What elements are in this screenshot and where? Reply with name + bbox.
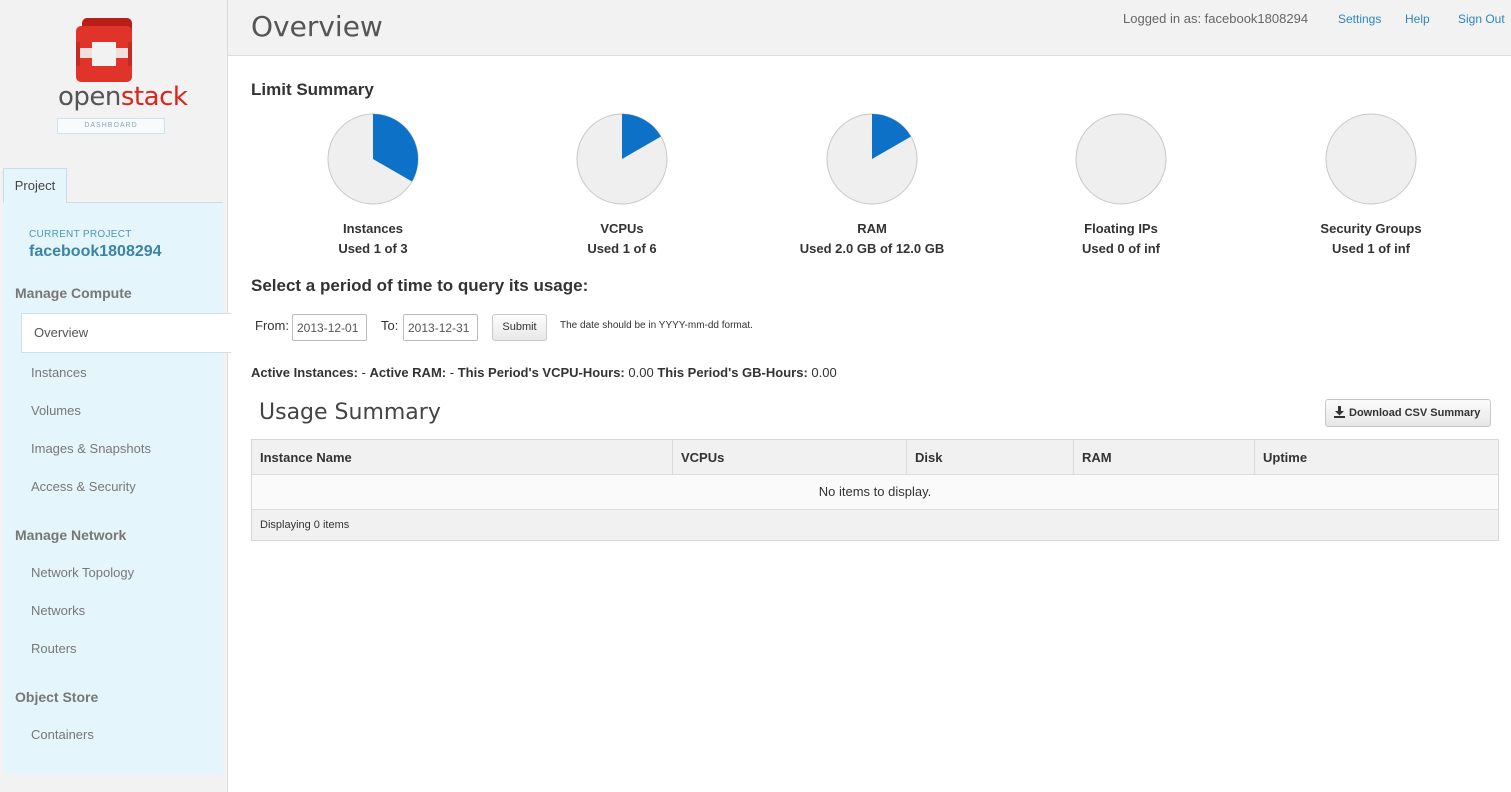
instances-pie <box>327 113 419 205</box>
usage-table: Instance Name VCPUs Disk RAM Uptime No i… <box>251 439 1499 541</box>
limit-name: VCPUs <box>600 221 644 236</box>
section-manage-network: Manage Network <box>15 527 127 543</box>
column-header[interactable]: VCPUs <box>673 440 907 474</box>
security-groups-pie <box>1325 113 1417 205</box>
limit-instances: Instances Used 1 of 3 <box>283 112 463 256</box>
limit-security-groups: Security Groups Used 1 of inf <box>1281 112 1461 256</box>
ram-pie <box>826 113 918 205</box>
sidebar-item-overview[interactable]: Overview <box>21 313 231 353</box>
page: openstack DASHBOARD Project CURRENT PROJ… <box>0 0 1511 792</box>
column-header[interactable]: Uptime <box>1255 440 1498 474</box>
logged-in-text: Logged in as: facebook1808294 <box>1123 11 1309 26</box>
sign-out-link[interactable]: Sign Out <box>1458 12 1505 26</box>
column-header[interactable]: RAM <box>1074 440 1255 474</box>
limit-name: Instances <box>343 221 403 236</box>
sidebar-item-network-topology[interactable]: Network Topology <box>31 565 134 580</box>
vcpus-pie <box>576 113 668 205</box>
limit-floating-ips: Floating IPs Used 0 of inf <box>1031 112 1211 256</box>
limit-used: Used 1 of inf <box>1331 241 1410 256</box>
section-manage-compute: Manage Compute <box>15 285 132 301</box>
help-link[interactable]: Help <box>1405 12 1430 26</box>
column-header[interactable]: Instance Name <box>252 440 673 474</box>
limit-used: Used 0 of inf <box>1081 241 1160 256</box>
nav-panel: CURRENT PROJECT facebook1808294 Manage C… <box>3 202 231 774</box>
sidebar-item-images-snapshots[interactable]: Images & Snapshots <box>31 441 151 456</box>
limit-name: RAM <box>857 221 887 236</box>
to-label: To: <box>381 318 399 333</box>
usage-summary-heading: Usage Summary <box>259 400 441 425</box>
stat-value: 0.00 <box>628 365 654 380</box>
empty-table-message: No items to display. <box>252 475 1498 510</box>
usage-stats: Active Instances: - Active RAM: - This P… <box>251 365 837 380</box>
limit-used: Used 2.0 GB of 12.0 GB <box>799 241 945 256</box>
stat-value: - <box>449 365 455 380</box>
limit-used: Used 1 of 3 <box>338 241 408 256</box>
limit-used: Used 1 of 6 <box>587 241 657 256</box>
download-csv-button[interactable]: Download CSV Summary <box>1325 399 1491 427</box>
sidebar: openstack DASHBOARD Project CURRENT PROJ… <box>0 0 231 792</box>
stat-value: 0.00 <box>811 365 837 380</box>
to-date-input[interactable] <box>403 314 478 341</box>
limit-ram: RAM Used 2.0 GB of 12.0 GB <box>782 112 962 256</box>
column-header[interactable]: Disk <box>907 440 1074 474</box>
download-csv-label: Download CSV Summary <box>1349 407 1481 419</box>
header: Overview Logged in as: facebook1808294 S… <box>228 0 1511 56</box>
limit-name: Floating IPs <box>1084 221 1158 236</box>
settings-link[interactable]: Settings <box>1338 12 1381 26</box>
date-format-hint: The date should be in YYYY-mm-dd format. <box>560 320 753 331</box>
sidebar-item-routers[interactable]: Routers <box>31 641 77 656</box>
table-header-row: Instance Name VCPUs Disk RAM Uptime <box>252 440 1498 475</box>
limit-name: Security Groups <box>1320 221 1422 236</box>
download-icon <box>1334 406 1345 418</box>
current-project-label: CURRENT PROJECT <box>29 229 132 240</box>
from-date-input[interactable] <box>292 314 367 341</box>
period-heading: Select a period of time to query its usa… <box>251 276 589 295</box>
stat-label: Active Instances: <box>251 365 358 380</box>
sidebar-item-containers[interactable]: Containers <box>31 727 94 742</box>
limit-vcpus: VCPUs Used 1 of 6 <box>532 112 712 256</box>
sidebar-item-access-security[interactable]: Access & Security <box>31 479 136 494</box>
sidebar-item-networks[interactable]: Networks <box>31 603 85 618</box>
submit-button[interactable]: Submit <box>492 314 547 341</box>
pie-background <box>1075 113 1167 205</box>
brand-wordmark: openstack <box>58 82 188 112</box>
stat-value: - <box>361 365 366 380</box>
table-footer: Displaying 0 items <box>252 510 1498 540</box>
page-title: Overview <box>251 10 383 43</box>
sidebar-item-volumes[interactable]: Volumes <box>31 403 81 418</box>
limit-summary-heading: Limit Summary <box>251 80 374 99</box>
sidebar-item-instances[interactable]: Instances <box>31 365 87 380</box>
stat-label: This Period's VCPU-Hours: <box>457 365 625 380</box>
pie-background <box>1325 113 1417 205</box>
from-label: From: <box>255 318 289 333</box>
stat-label: Active RAM: <box>369 365 447 380</box>
brand-subtitle: DASHBOARD <box>57 118 165 134</box>
stat-label: This Period's GB-Hours: <box>657 365 808 380</box>
section-object-store: Object Store <box>15 689 99 705</box>
floating-ips-pie <box>1075 113 1167 205</box>
current-project-name[interactable]: facebook1808294 <box>29 243 162 261</box>
tab-project[interactable]: Project <box>3 168 67 203</box>
